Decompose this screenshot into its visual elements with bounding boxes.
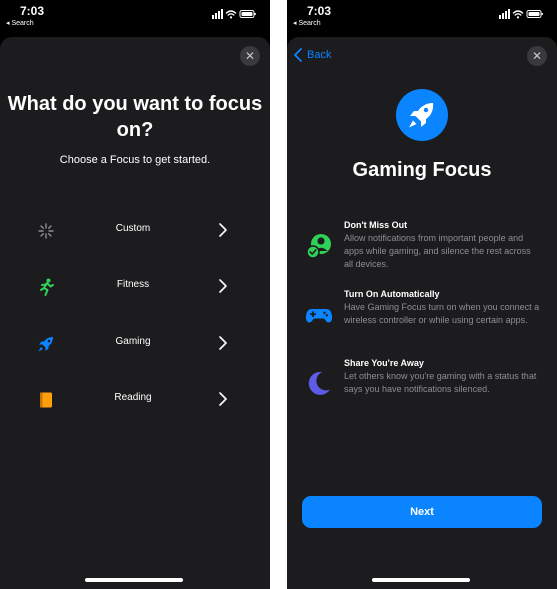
close-icon: ✕: [244, 49, 256, 63]
wifi-icon: [512, 10, 524, 16]
focus-option-custom[interactable]: Custom: [28, 214, 238, 248]
focus-option-reading[interactable]: Reading: [28, 383, 238, 417]
focus-option-fitness[interactable]: Fitness: [28, 270, 238, 304]
feature-title: Don't Miss Out: [344, 220, 408, 230]
focus-option-label: Reading: [114, 392, 152, 403]
cellular-signal-icon: [212, 9, 223, 19]
focus-chooser-screen: 7:03 ◂ Search ✕ What do you want to focu…: [0, 0, 270, 589]
status-icons: [499, 9, 543, 19]
focus-option-label: Custom: [115, 223, 151, 234]
battery-icon: [526, 10, 543, 18]
home-indicator[interactable]: [85, 578, 183, 582]
back-label: Back: [307, 49, 332, 61]
cellular-signal-icon: [499, 9, 510, 19]
home-indicator[interactable]: [372, 578, 470, 582]
chevron-left-icon: [294, 48, 302, 62]
status-time: 7:03: [20, 4, 45, 18]
chevron-right-icon: [219, 279, 227, 293]
wifi-dot: [516, 16, 520, 19]
status-icons: [212, 9, 256, 19]
gaming-focus-screen: 7:03 ◂ Search Back ✕ Gaming Focus Don't …: [287, 0, 557, 589]
book-icon: [40, 392, 52, 408]
person-check-icon: [306, 234, 331, 259]
chevron-right-icon: [219, 392, 227, 406]
status-bar: 7:03 ◂ Search: [287, 0, 557, 32]
feature-description: Allow notifications from important peopl…: [344, 233, 531, 269]
page-subtitle: Choose a Focus to get started.: [59, 154, 211, 166]
page-title: Gaming Focus: [352, 159, 492, 181]
focus-option-label: Fitness: [116, 279, 150, 290]
gaming-focus-icon: [396, 89, 448, 141]
rocket-icon: [409, 103, 434, 128]
feature-title: Turn On Automatically: [344, 289, 440, 299]
battery-icon: [239, 10, 256, 18]
close-button[interactable]: ✕: [240, 46, 260, 66]
status-bar: 7:03 ◂ Search: [0, 0, 270, 32]
next-button[interactable]: Next: [302, 496, 542, 528]
wifi-dot: [229, 16, 233, 19]
feature-description: Have Gaming Focus turn on when you conne…: [344, 302, 540, 325]
focus-option-gaming[interactable]: Gaming: [28, 327, 238, 361]
running-figure-icon: [40, 278, 54, 296]
back-to-search-link[interactable]: ◂ Search: [6, 19, 34, 27]
page-title: What do you want to focus on?: [7, 93, 263, 141]
focus-sheet: ✕ What do you want to focus on? Choose a…: [0, 37, 270, 589]
sparkle-icon: [38, 223, 54, 239]
rocket-icon: [38, 337, 53, 352]
status-time: 7:03: [307, 4, 332, 18]
moon-icon: [308, 371, 330, 395]
back-to-search-link[interactable]: ◂ Search: [293, 19, 321, 27]
chevron-right-icon: [219, 336, 227, 350]
feature-description: Let others know you're gaming with a sta…: [344, 371, 537, 394]
close-icon: ✕: [531, 49, 543, 63]
focus-option-label: Gaming: [115, 336, 151, 347]
gaming-focus-sheet: Back ✕ Gaming Focus Don't Miss Out Allow…: [287, 37, 557, 589]
close-button[interactable]: ✕: [527, 46, 547, 66]
game-controller-icon: [305, 309, 333, 323]
feature-title: Share You're Away: [344, 358, 424, 368]
wifi-icon: [225, 10, 237, 16]
chevron-right-icon: [219, 223, 227, 237]
